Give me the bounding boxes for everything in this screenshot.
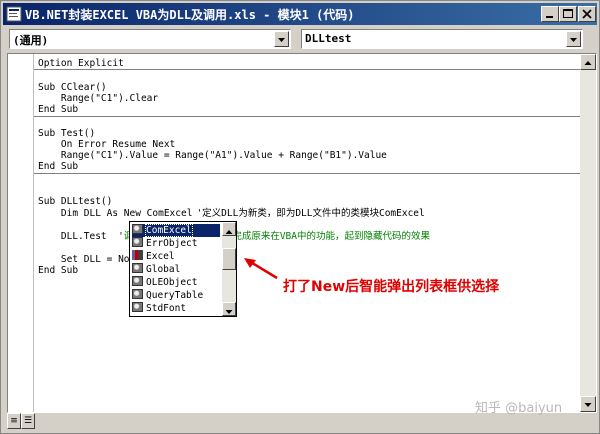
object-combo[interactable]: (通用) <box>9 29 291 49</box>
typed-class-name: ComExcel <box>146 208 193 219</box>
procedure-separator <box>34 173 580 174</box>
object-combo-dropdown[interactable] <box>274 31 289 47</box>
scroll-down-icon <box>584 403 592 407</box>
code-line: Sub DLLtest() <box>38 196 113 207</box>
scroll-up-icon <box>225 230 233 234</box>
vertical-scrollbar[interactable] <box>580 54 596 412</box>
maximize-icon <box>563 9 573 18</box>
vba-module-icon <box>6 6 22 22</box>
list-item[interactable]: ErrObject <box>132 237 220 250</box>
full-module-view-button[interactable]: ☰ <box>21 413 35 429</box>
procedure-combo-dropdown[interactable] <box>566 31 581 47</box>
list-scroll-thumb[interactable] <box>222 248 236 270</box>
code-text: DLL.Test ' <box>38 231 124 242</box>
dropdown-arrow-icon <box>278 38 285 42</box>
watermark: 知乎 @baiyun <box>475 401 563 416</box>
class-icon <box>132 289 143 299</box>
code-line: Set DLL = No <box>38 254 130 265</box>
dropdown-arrow-icon <box>570 38 577 42</box>
scroll-down-button[interactable] <box>580 396 596 412</box>
list-item[interactable]: OLEObject <box>132 276 220 289</box>
list-scrollbar[interactable] <box>222 222 236 316</box>
list-item[interactable]: StdFont <box>132 302 220 315</box>
close-icon <box>582 9 592 19</box>
maximize-button[interactable] <box>559 6 577 22</box>
annotation-text: 打了New后智能弹出列表框供选择 <box>283 279 500 295</box>
window-title: VB.NET封装EXCEL VBA为DLL及调用.xls - 模块1 (代码) <box>25 8 355 22</box>
object-combo-value: (通用) <box>13 34 49 47</box>
code-line: Sub Test() <box>38 128 96 139</box>
class-icon <box>132 276 143 286</box>
procedure-separator <box>34 69 580 70</box>
code-line: Range("C1").Value = Range("A1").Value + … <box>38 150 387 161</box>
library-icon <box>132 250 143 260</box>
class-icon <box>132 263 143 273</box>
class-icon <box>132 224 143 234</box>
close-button[interactable] <box>578 6 596 22</box>
margin-indicator-bar <box>33 54 34 412</box>
red-arrow-icon <box>244 258 278 280</box>
code-line: Sub CClear() <box>38 82 107 93</box>
list-item[interactable]: QueryTable <box>132 289 220 302</box>
list-item[interactable]: Excel <box>132 250 220 263</box>
code-line: Option Explicit <box>38 58 124 69</box>
list-scroll-down[interactable] <box>222 302 236 316</box>
procedure-combo-value: DLLtest <box>305 32 352 45</box>
scroll-down-icon <box>225 310 233 314</box>
code-text: Dim DLL As New <box>38 208 147 219</box>
code-comment: ，来完成原来在VBA中的功能，起到隐藏代码的效果 <box>213 231 430 242</box>
code-line: End Sub <box>38 265 79 276</box>
procedure-separator <box>34 116 580 117</box>
scroll-up-button[interactable] <box>580 54 596 70</box>
code-line: On Error Resume Next <box>38 139 176 150</box>
list-scroll-up[interactable] <box>222 222 236 236</box>
procedure-view-button[interactable]: ≡ <box>7 413 21 429</box>
minimize-icon <box>546 16 553 18</box>
list-item[interactable]: Global <box>132 263 220 276</box>
title-bar[interactable]: VB.NET封装EXCEL VBA为DLL及调用.xls - 模块1 (代码) <box>3 3 597 25</box>
code-editor[interactable]: Option Explicit Sub CClear() Range("C1")… <box>7 53 597 413</box>
code-line: End Sub <box>38 104 79 115</box>
class-icon <box>132 237 143 247</box>
code-line: Range("C1").Clear <box>38 93 159 104</box>
scroll-up-icon <box>584 61 592 65</box>
procedure-combo[interactable]: DLLtest <box>301 29 583 49</box>
code-line: Dim DLL As New ComExcel '定义DLL为新类，即为DLL文件… <box>38 208 425 219</box>
class-icon <box>132 302 143 312</box>
minimize-button[interactable] <box>541 6 559 22</box>
vbe-code-window: VB.NET封装EXCEL VBA为DLL及调用.xls - 模块1 (代码) … <box>0 0 600 434</box>
code-comment: '定义DLL为新类，即为DLL文件中的类模块ComExcel <box>196 208 425 219</box>
intellisense-list[interactable]: ComExcel ErrObject Excel Global OLEObjec… <box>129 221 237 317</box>
code-line: End Sub <box>38 161 79 172</box>
list-item[interactable]: ComExcel <box>132 224 220 237</box>
